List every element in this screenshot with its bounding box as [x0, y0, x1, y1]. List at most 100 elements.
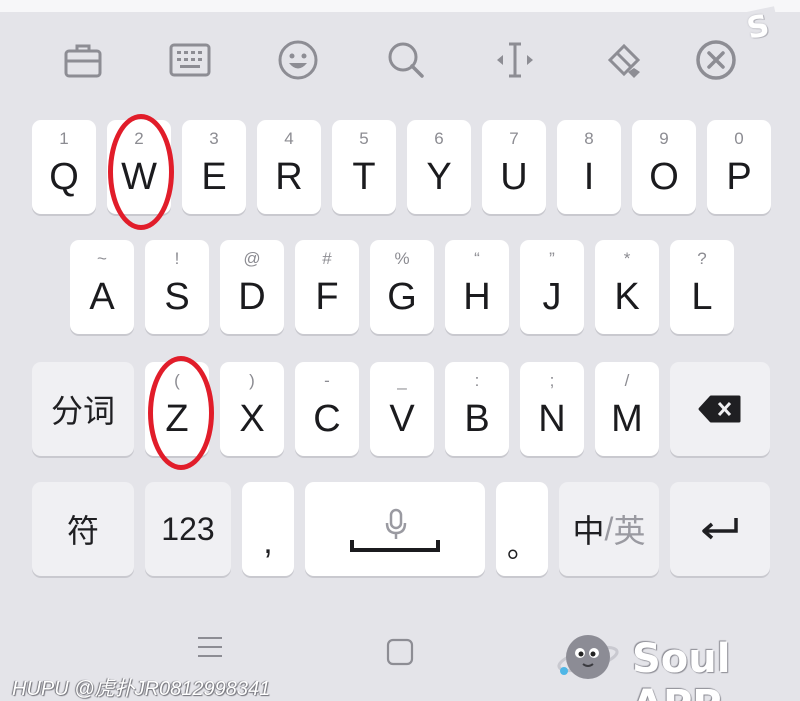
key-label: R	[275, 156, 303, 198]
key-hint: @	[243, 249, 261, 268]
keyboard-icon[interactable]	[166, 38, 214, 82]
key-label: T	[352, 156, 376, 198]
segment-key-label: 分词	[50, 393, 115, 429]
key-label: C	[313, 398, 341, 440]
key-label: J	[542, 276, 562, 318]
briefcase-icon[interactable]	[59, 38, 107, 82]
key-g[interactable]: % G	[370, 240, 434, 334]
key-hint: ?	[697, 249, 707, 268]
corner-badge: S	[734, 6, 782, 48]
key-hint: 6	[434, 129, 444, 148]
enter-icon	[670, 482, 770, 576]
key-label: F	[315, 276, 339, 318]
symbol-key-label: 符	[66, 513, 99, 549]
key-label: L	[691, 276, 713, 318]
key-r[interactable]: 4R	[257, 120, 321, 214]
key-hint: “	[474, 249, 480, 268]
key-label: N	[538, 398, 566, 440]
key-hint: #	[322, 249, 332, 268]
key-s[interactable]: ! S	[145, 240, 209, 334]
number-key-label: 123	[161, 510, 215, 547]
hupu-watermark: HUPU @虎扑JR0812998341	[12, 678, 271, 700]
key-hint: 4	[284, 129, 294, 148]
key-v[interactable]: _ V	[370, 362, 434, 456]
key-hint: (	[174, 371, 180, 390]
enter-key[interactable]	[670, 482, 770, 576]
search-icon[interactable]	[382, 38, 430, 82]
key-label: Z	[165, 398, 189, 440]
key-o[interactable]: 9O	[632, 120, 696, 214]
key-j[interactable]: ” J	[520, 240, 584, 334]
symbol-key[interactable]: 符	[32, 482, 134, 576]
key-hint: 0	[734, 129, 744, 148]
key-i[interactable]: 8I	[557, 120, 621, 214]
cursor-move-icon[interactable]	[491, 38, 539, 82]
lang-separator: /	[604, 510, 614, 547]
key-e[interactable]: 3E	[182, 120, 246, 214]
emoji-icon[interactable]	[274, 38, 322, 82]
key-hint: )	[249, 371, 255, 390]
key-hint: /	[624, 371, 630, 390]
language-switch-label: 中 / 英	[559, 482, 659, 576]
key-hint: ~	[97, 249, 107, 268]
key-hint: !	[174, 249, 180, 268]
key-h[interactable]: “H	[445, 240, 509, 334]
key-hint: ”	[549, 249, 555, 268]
key-m[interactable]: / M	[595, 362, 659, 456]
status-strip	[0, 0, 800, 12]
menu-icon[interactable]	[196, 632, 224, 667]
key-hint: 3	[209, 129, 219, 148]
clipboard-brush-icon[interactable]	[600, 38, 648, 82]
key-k[interactable]: * K	[595, 240, 659, 334]
key-b[interactable]: :B	[445, 362, 509, 456]
key-hint: _	[397, 371, 407, 390]
key-hint: 1	[59, 129, 69, 148]
key-q[interactable]: 1Q	[32, 120, 96, 214]
language-switch-key[interactable]: 中 / 英	[559, 482, 659, 576]
key-l[interactable]: ? L	[670, 240, 734, 334]
key-z[interactable]: (Z	[145, 362, 209, 456]
key-t[interactable]: 5T	[332, 120, 396, 214]
key-hint: 7	[509, 129, 519, 148]
key-label: K	[614, 276, 640, 318]
key-p[interactable]: 0P	[707, 120, 771, 214]
key-hint: 5	[359, 129, 369, 148]
key-u[interactable]: 7U	[482, 120, 546, 214]
period-key[interactable]: 。	[496, 482, 548, 576]
comma-key-label: ,	[263, 522, 273, 561]
key-f[interactable]: # F	[295, 240, 359, 334]
key-x[interactable]: ) X	[220, 362, 284, 456]
number-key[interactable]: 123	[145, 482, 231, 576]
key-label: Q	[49, 156, 79, 198]
key-label: B	[464, 398, 490, 440]
key-label: D	[238, 276, 266, 318]
key-hint: 2	[134, 129, 144, 148]
space-key[interactable]	[305, 482, 485, 576]
key-label: E	[201, 156, 227, 198]
home-square-icon[interactable]	[386, 638, 414, 671]
backspace-icon	[670, 362, 770, 456]
key-label: U	[500, 156, 528, 198]
key-w[interactable]: 2W	[107, 120, 171, 214]
key-hint: *	[623, 249, 631, 268]
key-n[interactable]: ; N	[520, 362, 584, 456]
key-label: X	[239, 398, 265, 440]
key-label: I	[583, 156, 595, 198]
key-d[interactable]: @ D	[220, 240, 284, 334]
key-label: V	[389, 398, 415, 440]
comma-key[interactable]: ,	[242, 482, 294, 576]
close-circle-icon[interactable]	[692, 38, 740, 82]
space-bar-icon	[350, 540, 440, 552]
backspace-key[interactable]	[670, 362, 770, 456]
key-label: S	[164, 276, 190, 318]
lang-cn-label: 中	[572, 513, 605, 549]
key-label: H	[463, 276, 491, 318]
key-a[interactable]: ~ A	[70, 240, 134, 334]
key-y[interactable]: 6Y	[407, 120, 471, 214]
key-hint: %	[394, 249, 410, 268]
key-label: Y	[426, 156, 452, 198]
key-label: G	[387, 276, 417, 318]
key-c[interactable]: -C	[295, 362, 359, 456]
key-hint: -	[324, 371, 330, 390]
segment-key[interactable]: 分词	[32, 362, 134, 456]
